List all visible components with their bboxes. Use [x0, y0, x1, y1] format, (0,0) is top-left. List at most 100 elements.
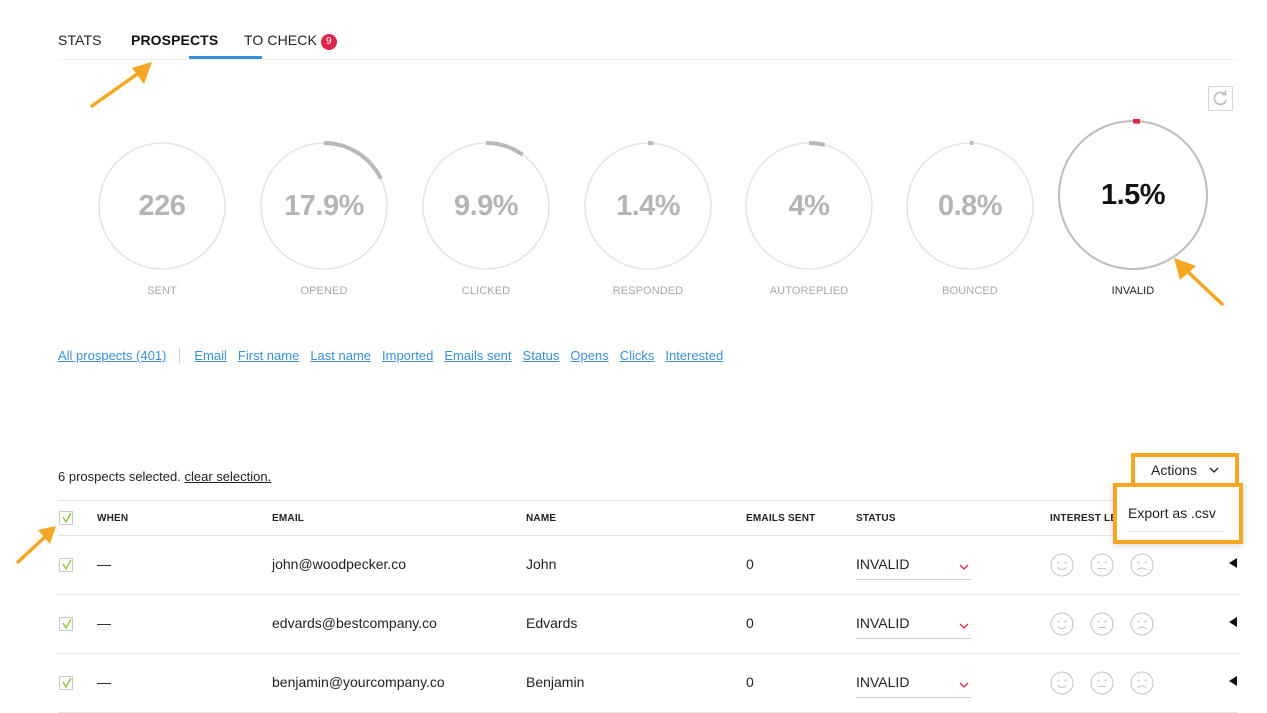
- actions-button[interactable]: Actions: [1131, 453, 1239, 487]
- stat-value: 1.4%: [615, 190, 681, 222]
- annotation-arrow-icon: [1174, 258, 1224, 306]
- happy-face-icon[interactable]: [1050, 671, 1074, 695]
- cell-emails-sent: 0: [746, 615, 754, 631]
- filter-last-name[interactable]: Last name: [310, 348, 371, 363]
- table-body: — john@woodpecker.co John 0 INVALID — ed…: [58, 536, 1238, 713]
- happy-face-icon[interactable]: [1050, 553, 1074, 577]
- stat-autoreplied[interactable]: 4% AUTOREPLIED: [744, 141, 874, 297]
- header-when[interactable]: WHEN: [97, 513, 128, 524]
- caret-left-icon[interactable]: [1228, 557, 1238, 569]
- tab-to-check[interactable]: TO CHECK 9: [244, 32, 337, 50]
- sad-face-icon[interactable]: [1130, 612, 1154, 636]
- refresh-button[interactable]: [1208, 86, 1233, 111]
- filter-separator: [179, 348, 181, 363]
- check-icon: [62, 618, 72, 630]
- interest-level-selector: [1050, 553, 1154, 577]
- header-email[interactable]: EMAIL: [272, 513, 304, 524]
- sad-face-icon[interactable]: [1130, 553, 1154, 577]
- status-value: INVALID: [856, 674, 910, 690]
- stat-value: 0.8%: [937, 190, 1003, 222]
- row-checkbox[interactable]: [59, 558, 73, 572]
- stat-opened[interactable]: 17.9% OPENED: [259, 141, 389, 297]
- stat-value: 17.9%: [284, 190, 364, 222]
- stat-value: 1.5%: [1100, 179, 1166, 211]
- stat-invalid[interactable]: 1.5% INVALID: [1057, 119, 1209, 297]
- check-icon: [62, 512, 72, 524]
- filter-interested[interactable]: Interested: [665, 348, 723, 363]
- stat-value: 226: [138, 190, 186, 222]
- chevron-down-icon: [1209, 467, 1219, 473]
- filter-opens[interactable]: Opens: [570, 348, 608, 363]
- stat-bounced[interactable]: 0.8% BOUNCED: [905, 141, 1035, 297]
- filter-links: All prospects (401) Email First name Last n…: [58, 348, 734, 363]
- cell-email: benjamin@yourcompany.co: [272, 674, 445, 690]
- refresh-icon: [1213, 90, 1227, 106]
- stat-label: RESPONDED: [612, 285, 684, 297]
- filter-all-prospects[interactable]: All prospects (401): [58, 348, 166, 363]
- table-row[interactable]: — benjamin@yourcompany.co Benjamin 0 INV…: [58, 654, 1238, 713]
- stat-responded[interactable]: 1.4% RESPONDED: [583, 141, 713, 297]
- actions-dropdown: Export as .csv: [1113, 483, 1243, 544]
- header-emails-sent[interactable]: EMAILS SENT: [746, 513, 815, 524]
- check-icon: [62, 677, 72, 689]
- cell-name: Benjamin: [526, 674, 585, 690]
- stat-label: SENT: [147, 285, 177, 297]
- row-checkbox[interactable]: [59, 617, 73, 631]
- neutral-face-icon[interactable]: [1090, 671, 1114, 695]
- filter-status[interactable]: Status: [523, 348, 560, 363]
- export-csv-option[interactable]: Export as .csv: [1128, 505, 1224, 532]
- tab-to-check-label: TO CHECK: [244, 32, 317, 48]
- clear-selection-link[interactable]: clear selection.: [184, 469, 271, 484]
- active-tab-indicator: [189, 56, 262, 59]
- row-checkbox[interactable]: [59, 676, 73, 690]
- status-select[interactable]: INVALID: [856, 674, 971, 698]
- status-value: INVALID: [856, 615, 910, 631]
- interest-level-selector: [1050, 612, 1154, 636]
- filter-imported[interactable]: Imported: [382, 348, 433, 363]
- cell-email: edvards@bestcompany.co: [272, 615, 437, 631]
- stat-label: CLICKED: [461, 285, 511, 297]
- stat-value: 4%: [788, 190, 830, 222]
- prospects-table: WHEN EMAIL NAME EMAILS SENT STATUS INTER…: [58, 500, 1238, 713]
- header-name[interactable]: NAME: [526, 513, 556, 524]
- caret-left-icon[interactable]: [1228, 616, 1238, 628]
- stat-clicked[interactable]: 9.9% CLICKED: [421, 141, 551, 297]
- stat-label: OPENED: [300, 285, 348, 297]
- cell-when: —: [97, 674, 111, 690]
- chevron-down-icon: [959, 682, 969, 688]
- select-all-checkbox[interactable]: [59, 511, 73, 525]
- actions-label: Actions: [1151, 462, 1197, 478]
- tab-bar: STATS PROSPECTS TO CHECK 9: [58, 0, 1238, 60]
- header-status[interactable]: STATUS: [856, 513, 896, 524]
- cell-name: John: [526, 556, 557, 572]
- cell-emails-sent: 0: [746, 674, 754, 690]
- tab-prospects[interactable]: PROSPECTS: [131, 32, 218, 48]
- selection-count-text: 6 prospects selected.: [58, 469, 181, 484]
- selection-info: 6 prospects selected. clear selection.: [58, 469, 271, 484]
- to-check-badge: 9: [320, 34, 337, 50]
- interest-level-selector: [1050, 671, 1154, 695]
- happy-face-icon[interactable]: [1050, 612, 1074, 636]
- check-icon: [62, 559, 72, 571]
- table-row[interactable]: — john@woodpecker.co John 0 INVALID: [58, 536, 1238, 595]
- sad-face-icon[interactable]: [1130, 671, 1154, 695]
- table-header: WHEN EMAIL NAME EMAILS SENT STATUS INTER…: [58, 500, 1238, 536]
- neutral-face-icon[interactable]: [1090, 612, 1114, 636]
- annotation-arrow-icon: [90, 62, 152, 108]
- cell-name: Edvards: [526, 615, 578, 631]
- cell-when: —: [97, 615, 111, 631]
- chevron-down-icon: [959, 564, 969, 570]
- caret-left-icon[interactable]: [1228, 675, 1238, 687]
- stat-value: 9.9%: [453, 190, 519, 222]
- annotation-arrow-icon: [16, 526, 56, 564]
- status-select[interactable]: INVALID: [856, 615, 971, 639]
- status-select[interactable]: INVALID: [856, 556, 971, 580]
- stat-sent[interactable]: 226 SENT: [97, 141, 227, 297]
- filter-emails-sent[interactable]: Emails sent: [444, 348, 511, 363]
- tab-stats[interactable]: STATS: [58, 32, 102, 48]
- filter-first-name[interactable]: First name: [238, 348, 299, 363]
- filter-email[interactable]: Email: [194, 348, 227, 363]
- table-row[interactable]: — edvards@bestcompany.co Edvards 0 INVAL…: [58, 595, 1238, 654]
- neutral-face-icon[interactable]: [1090, 553, 1114, 577]
- filter-clicks[interactable]: Clicks: [620, 348, 655, 363]
